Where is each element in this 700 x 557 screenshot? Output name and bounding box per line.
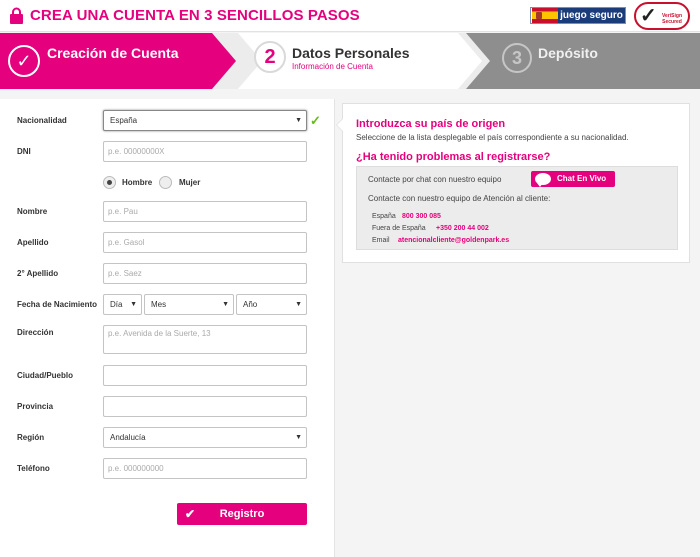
provincia-input[interactable] bbox=[103, 396, 307, 417]
direccion-textarea[interactable]: p.e. Avenida de la Suerte, 13 bbox=[103, 325, 307, 354]
nacionalidad-value: España bbox=[110, 116, 138, 125]
telefono-input[interactable]: p.e. 000000000 bbox=[103, 458, 307, 479]
step-2-number: 2 bbox=[254, 41, 286, 73]
header: CREA UNA CUENTA EN 3 SENCILLOS PASOS jue… bbox=[0, 0, 700, 32]
chevron-down-icon: ▼ bbox=[222, 301, 229, 308]
telefono-label: Teléfono bbox=[17, 464, 50, 473]
step-2-sublabel: Información de Cuenta bbox=[292, 62, 373, 71]
region-value: Andalucía bbox=[110, 433, 146, 442]
radio-mujer[interactable] bbox=[159, 176, 172, 189]
chat-button-label: Chat En Vivo bbox=[557, 174, 607, 183]
chevron-down-icon: ▼ bbox=[295, 301, 302, 308]
chevron-down-icon: ▼ bbox=[295, 117, 302, 124]
help-question: ¿Ha tenido problemas al registrarse? bbox=[356, 151, 551, 163]
steps-overlay: 2 Datos Personales Información de Cuenta… bbox=[0, 33, 700, 89]
dia-value: Día bbox=[110, 300, 123, 309]
contact-label-email: Email bbox=[372, 237, 390, 244]
apellido-label: Apellido bbox=[17, 238, 49, 247]
mes-select[interactable]: Mes ▼ bbox=[144, 294, 234, 315]
chat-bubble-icon bbox=[535, 173, 551, 187]
check-icon: ✔ bbox=[185, 507, 196, 521]
nombre-label: Nombre bbox=[17, 207, 48, 216]
apellido-input[interactable]: p.e. Gasol bbox=[103, 232, 307, 253]
ciudad-label: Ciudad/Pueblo bbox=[17, 371, 73, 380]
chevron-down-icon: ▼ bbox=[295, 434, 302, 441]
dni-input[interactable]: p.e. 00000000X bbox=[103, 141, 307, 162]
contact-phone-spain[interactable]: 800 300 085 bbox=[402, 213, 441, 220]
juego-seguro-badge[interactable]: juego seguro bbox=[530, 7, 626, 24]
step-2-label: Datos Personales bbox=[292, 45, 410, 61]
contact-phone-abroad[interactable]: +350 200 44 002 bbox=[436, 225, 489, 232]
anio-value: Año bbox=[243, 300, 258, 309]
nombre-input[interactable]: p.e. Pau bbox=[103, 201, 307, 222]
mes-value: Mes bbox=[151, 300, 167, 309]
step-3-number: 3 bbox=[502, 43, 532, 73]
radio-hombre[interactable] bbox=[103, 176, 116, 189]
spain-flag-icon bbox=[532, 8, 558, 23]
verisign-check-icon: ✓ bbox=[640, 5, 657, 27]
registro-button[interactable]: ✔ Registro bbox=[177, 503, 307, 525]
region-label: Región bbox=[17, 433, 45, 442]
mujer-label: Mujer bbox=[179, 178, 201, 187]
verisign-label: VeriSign Secured bbox=[661, 13, 682, 25]
apellido2-input[interactable]: p.e. Saez bbox=[103, 263, 307, 284]
hombre-label: Hombre bbox=[122, 178, 153, 187]
contact-email-link[interactable]: atencionalcliente@goldenpark.es bbox=[398, 237, 509, 244]
verisign-badge[interactable]: ✓ VeriSign Secured bbox=[634, 2, 690, 30]
chat-text: Contacte por chat con nuestro equipo bbox=[368, 175, 502, 184]
nacionalidad-select[interactable]: España ▼ bbox=[103, 110, 307, 131]
juego-seguro-label: juego seguro bbox=[558, 8, 625, 23]
step-3-label: Depósito bbox=[538, 45, 598, 61]
ciudad-input[interactable] bbox=[103, 365, 307, 386]
nacionalidad-label: Nacionalidad bbox=[17, 116, 67, 125]
apellido2-label: 2° Apellido bbox=[17, 269, 59, 278]
chevron-down-icon: ▼ bbox=[130, 301, 137, 308]
info-title: Introduzca su país de origen bbox=[356, 118, 506, 130]
direccion-label: Dirección bbox=[17, 328, 54, 337]
provincia-label: Provincia bbox=[17, 402, 54, 411]
valid-check-icon: ✓ bbox=[310, 113, 321, 128]
fecha-label: Fecha de Nacimiento bbox=[17, 300, 98, 309]
page-title: CREA UNA CUENTA EN 3 SENCILLOS PASOS bbox=[30, 7, 360, 24]
contact-text: Contacte con nuestro equipo de Atención … bbox=[368, 194, 551, 203]
contact-label-abroad: Fuera de España bbox=[372, 225, 426, 232]
region-select[interactable]: Andalucía ▼ bbox=[103, 427, 307, 448]
anio-select[interactable]: Año ▼ bbox=[236, 294, 307, 315]
help-box: Contacte por chat con nuestro equipo Cha… bbox=[356, 166, 678, 250]
info-subtitle: Seleccione de la lista desplegable el pa… bbox=[356, 133, 629, 142]
registro-label: Registro bbox=[219, 508, 265, 520]
dni-label: DNI bbox=[17, 147, 31, 156]
lock-icon bbox=[10, 7, 23, 24]
chat-en-vivo-button[interactable]: Chat En Vivo bbox=[531, 171, 615, 187]
dia-select[interactable]: Día ▼ bbox=[103, 294, 142, 315]
contact-label-spain: España bbox=[372, 213, 396, 220]
info-panel: Introduzca su país de origen Seleccione … bbox=[336, 103, 690, 263]
